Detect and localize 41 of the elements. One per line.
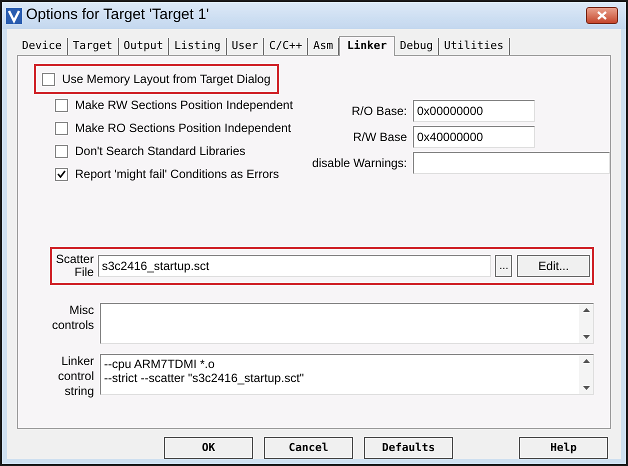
field-label: Linker control string [56, 354, 94, 399]
scroll-down-icon[interactable] [582, 335, 590, 339]
checkbox[interactable] [55, 98, 68, 112]
checkbox-label: Report 'might fail' Conditions as Errors [75, 166, 279, 183]
field-label: R/O Base: [350, 103, 407, 120]
tab[interactable]: Linker [339, 36, 395, 56]
input-field[interactable]: 0x00000000 [413, 100, 535, 122]
dialog-button[interactable]: OK [164, 437, 253, 459]
field-label: R/W Base [352, 129, 407, 146]
scroll-bar[interactable] [579, 304, 593, 343]
checkbox[interactable] [55, 144, 68, 158]
field-label: disable Warnings: [311, 155, 407, 172]
input-field[interactable] [413, 152, 610, 174]
input-field[interactable]: 0x40000000 [413, 126, 535, 148]
input-field[interactable]: s3c2416_startup.sct [98, 255, 492, 277]
scroll-bar[interactable] [579, 355, 593, 394]
app-icon [6, 8, 22, 24]
edit-button[interactable]: Edit... [517, 255, 590, 277]
checkbox-label: Use Memory Layout from Target Dialog [62, 71, 271, 88]
checkbox[interactable] [55, 168, 68, 180]
scroll-down-icon[interactable] [582, 386, 590, 390]
close-icon [597, 11, 607, 20]
text-line: --strict --scatter "s3c2416_startup.sct" [104, 371, 305, 385]
checkbox[interactable] [42, 72, 55, 86]
scroll-up-icon[interactable] [582, 359, 590, 363]
field-label: Misc controls [51, 303, 94, 333]
close-button[interactable] [586, 7, 618, 24]
input-field[interactable] [100, 303, 594, 344]
checkbox[interactable] [55, 122, 68, 134]
checkbox-label: Make RW Sections Position Independent [75, 97, 293, 114]
checkbox-label: Don't Search Standard Libraries [75, 143, 246, 160]
browse-button[interactable]: ... [495, 255, 512, 277]
dialog-button[interactable]: Defaults [364, 437, 453, 459]
field-label: Scatter File [54, 253, 94, 279]
dialog-button[interactable]: Cancel [264, 437, 353, 459]
check-icon [57, 170, 66, 178]
scroll-up-icon[interactable] [582, 308, 590, 312]
checkbox-label: Make RO Sections Position Independent [75, 120, 292, 137]
window-title: Options for Target 'Target 1' [26, 5, 210, 26]
dialog-button[interactable]: Help [519, 437, 608, 459]
text-line: --cpu ARM7TDMI *.o [104, 357, 216, 371]
